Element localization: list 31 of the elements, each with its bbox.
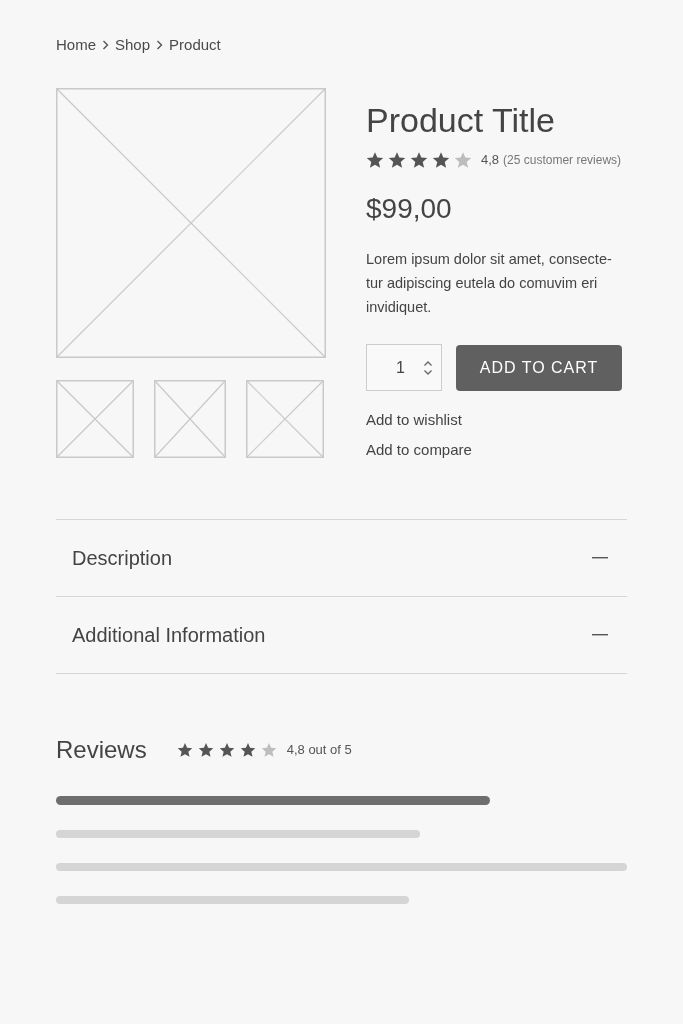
minus-icon [592,557,608,559]
add-to-cart-button[interactable]: ADD TO CART [456,344,622,391]
star-icon [366,151,384,169]
star-icon [454,151,472,169]
accordion-header[interactable]: Description [56,520,627,597]
chevron-right-icon [156,40,164,50]
chevron-right-icon [102,40,109,50]
reviews-count-link[interactable]: (25 customer reviews) [503,151,622,169]
rating-score: 4,8 [481,151,500,170]
minus-icon [592,634,608,636]
star-icon [239,742,256,758]
star-icon [388,151,406,169]
breadcrumb-link[interactable]: Shop [115,34,151,56]
stepper-arrows-icon[interactable] [423,359,433,376]
quantity-field[interactable]: 1 [366,344,442,391]
star-icon [218,742,235,758]
star-icon [410,151,428,169]
product-title: Product Title [366,100,556,140]
star-icon [432,151,450,169]
star-icon [260,742,277,758]
product-action-link[interactable]: Add to compare [366,439,627,461]
product-action-link[interactable]: Add to wishlist [366,409,627,431]
breadcrumb-link[interactable]: Product [169,34,221,56]
product-description: Lorem ipsum dolor sit amet, consecte-tur adipiscing eutela do comuvim eri invidiquet. [366,250,613,317]
accordion-header[interactable]: Additional Information [56,597,627,674]
product-price: $99,00 [366,192,453,226]
star-icon [197,742,214,758]
breadcrumb-link[interactable]: Home [56,34,96,56]
reviews-summary: 4,8 out of 5 [286,741,352,760]
star-icon [176,742,193,758]
reviews-heading: Reviews [56,735,147,765]
